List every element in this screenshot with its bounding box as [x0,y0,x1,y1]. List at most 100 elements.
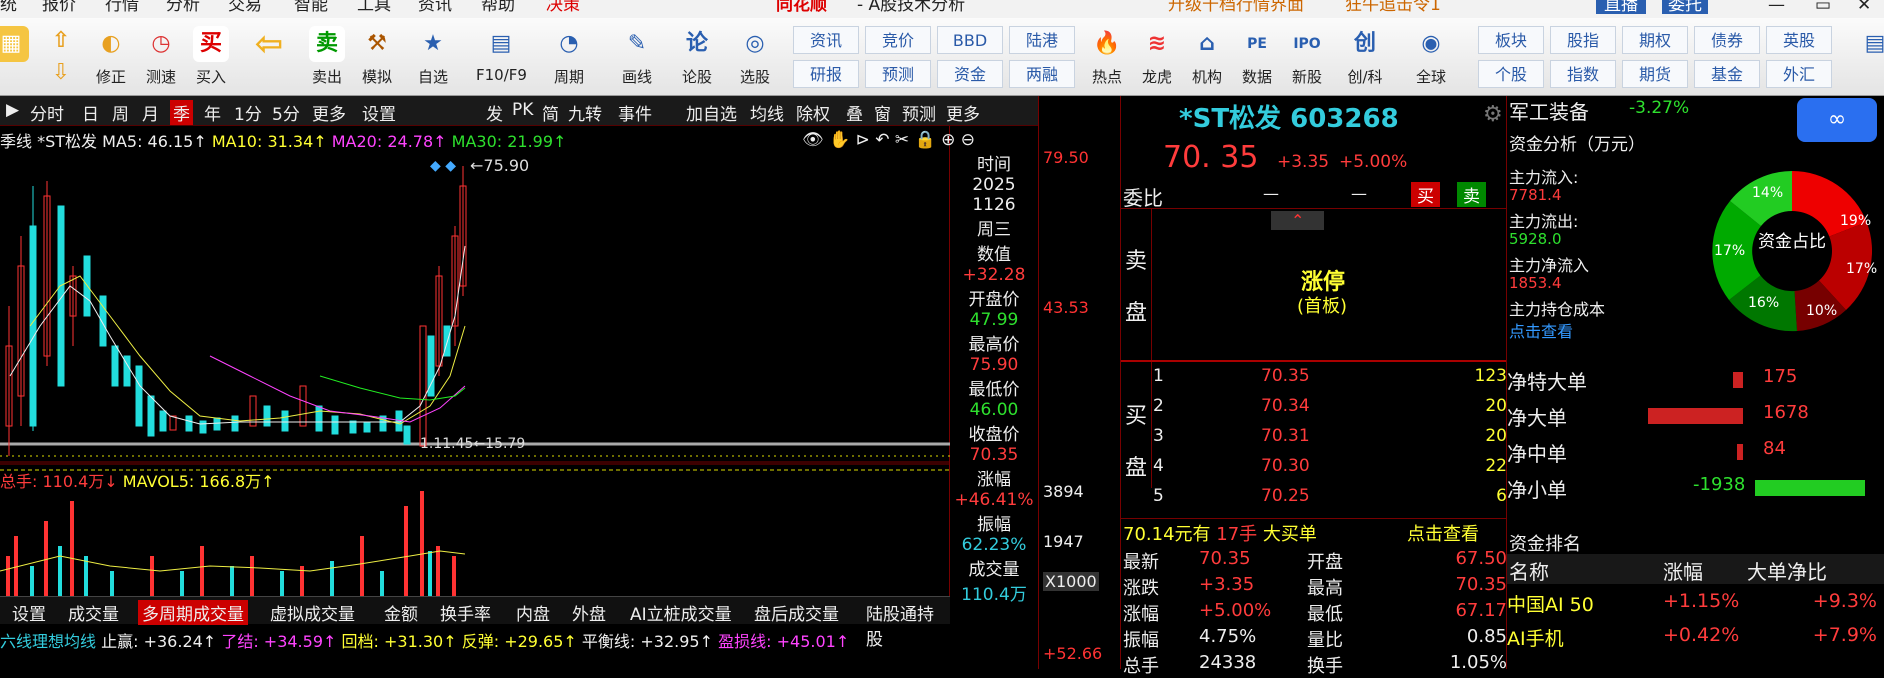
tab-virtual-volume[interactable]: 虚拟成交量 [270,600,355,625]
link-index[interactable]: 指数 [1550,60,1616,88]
rank-row[interactable]: 中国AI 50 +1.15% +9.3% [1507,590,1884,622]
ipo-button[interactable]: IPO 新股 [1282,24,1332,94]
tab-event[interactable]: 事件 [618,100,652,125]
buy-button[interactable]: 买买入 [186,24,236,94]
tab-add-watch[interactable]: 加自选 [686,100,737,125]
f10-button[interactable]: ▤ F10/F9 [476,24,527,94]
close-icon[interactable]: ✕ [1857,0,1871,14]
link-auction[interactable]: 竞价 [865,26,931,54]
bid-row[interactable]: 3 70.31 20 [1151,426,1507,454]
link-margin[interactable]: 两融 [1009,60,1075,88]
tab-volume[interactable]: 成交量 [68,600,119,625]
tab-inner[interactable]: 内盘 [516,600,550,625]
rank-row[interactable]: AI手机 +0.42% +7.9% [1507,624,1884,656]
link-stock[interactable]: 个股 [1478,60,1544,88]
tab-day[interactable]: 日 [82,100,99,125]
tab-ind-settings[interactable]: 设置 [12,600,46,625]
tab-ai-volume[interactable]: AI立桩成交量 [630,600,732,625]
quick-sell-button[interactable]: 卖 [1457,182,1486,207]
tab-amount[interactable]: 金额 [384,600,418,625]
upgrade-link[interactable]: 升级千档行情界面 [1168,0,1304,14]
cost-link[interactable]: 点击查看 [1509,318,1573,342]
quick-buy-button[interactable]: 买 [1411,182,1440,207]
discuss-button[interactable]: 论论股 [672,24,722,94]
link-bbd[interactable]: BBD [937,26,1003,54]
tab-year[interactable]: 年 [204,100,221,125]
bid-row[interactable]: 5 70.25 6 [1151,486,1507,514]
tab-quarter[interactable]: 季 [170,100,193,125]
sector-name[interactable]: 军工装备 [1509,96,1589,125]
tab-ma[interactable]: 均线 [750,100,784,125]
tab-window[interactable]: 窗 [874,100,891,125]
more-icon[interactable]: ▤ [1850,24,1884,94]
bid-row[interactable]: 1 70.35 123 [1151,366,1507,394]
tab-outer[interactable]: 外盘 [572,600,606,625]
arrow-buttons[interactable]: ⇧ ⇩ [36,24,86,94]
hot-button[interactable]: 🔥 热点 [1082,24,1132,94]
kline-chart[interactable]: 季线 *ST松发 MA5: 46.15↑ MA10: 31.34↑ MA20: … [0,126,975,596]
tab-issue[interactable]: 发 [486,100,503,125]
stock-picker-button[interactable]: ◎ 选股 [730,24,780,94]
tab-5min[interactable]: 5分 [272,100,300,125]
link-uk[interactable]: 英股 [1766,26,1832,54]
data-button[interactable]: PE 数据 [1232,24,1282,94]
tab-simple[interactable]: 简 [542,100,559,125]
tab-multi-volume[interactable]: 多周期成交量 [138,600,248,625]
star-market-button[interactable]: 创创/科 [1340,24,1390,94]
back-arrow-icon[interactable]: ⇦ [244,24,294,94]
link-fund[interactable]: 基金 [1694,60,1760,88]
global-button[interactable]: ◉ 全球 [1406,24,1456,94]
link-index-fut[interactable]: 股指 [1550,26,1616,54]
menu-item[interactable]: 决策 [546,0,580,14]
link-option[interactable]: 期权 [1622,26,1688,54]
minimize-icon[interactable]: — [1768,0,1785,14]
tab-more[interactable]: 更多 [312,100,346,125]
menu-item[interactable]: 行情 [105,0,139,14]
menu-item[interactable]: 资讯 [418,0,452,14]
big-order-link[interactable]: 点击查看 [1407,520,1479,546]
menu-item[interactable]: 帮助 [481,0,515,14]
dragon-tiger-button[interactable]: ≋ 龙虎 [1132,24,1182,94]
link-research[interactable]: 研报 [793,60,859,88]
tab-exright[interactable]: 除权 [796,100,830,125]
chart-tool-icons[interactable]: 👁 ✋ ⊳ ↶ ✂ 🔒 ⊕ ⊖ [802,130,975,150]
maximize-icon[interactable]: ▭ [1815,0,1831,14]
tab-month[interactable]: 月 [142,100,159,125]
entrust-button[interactable]: 委托 [1662,0,1708,14]
settings-gear-icon[interactable]: ⚙ [1483,102,1503,127]
floating-assistant-icon[interactable]: ∞ [1797,98,1877,142]
tab-forecast[interactable]: 预测 [902,100,936,125]
draw-button[interactable]: ✎ 画线 [612,24,662,94]
tab-1min[interactable]: 1分 [234,100,262,125]
simulate-button[interactable]: ⚒ 模拟 [352,24,402,94]
link-funds[interactable]: 资金 [937,60,1003,88]
live-button[interactable]: 直播 [1596,0,1646,14]
link-news[interactable]: 资讯 [793,26,859,54]
menu-item[interactable]: 工具 [357,0,391,14]
watchlist-button[interactable]: ★ 自选 [408,24,458,94]
speed-button[interactable]: ◷ 测速 [136,24,186,94]
institution-button[interactable]: ⌂ 机构 [1182,24,1232,94]
tab-pk[interactable]: PK [512,100,533,120]
period-button[interactable]: ◔ 周期 [544,24,594,94]
tab-northbound[interactable]: 陆股通持股 [866,600,950,650]
link-sector[interactable]: 板块 [1478,26,1544,54]
link-forex[interactable]: 外汇 [1766,60,1832,88]
tab-nine[interactable]: 九转 [568,100,602,125]
menu-item[interactable]: 分析 [166,0,200,14]
link-hk[interactable]: 陆港 [1009,26,1075,54]
menu-item[interactable]: 智能 [294,0,328,14]
tab-week[interactable]: 周 [112,100,129,125]
play-icon[interactable]: ▶ [6,100,19,120]
link-bond[interactable]: 债券 [1694,26,1760,54]
link-futures[interactable]: 期货 [1622,60,1688,88]
tab-afterhours[interactable]: 盘后成交量 [754,600,839,625]
tab-more2[interactable]: 更多 [946,100,980,125]
bid-row[interactable]: 4 70.30 22 [1151,456,1507,484]
menu-item[interactable]: 交易 [228,0,262,14]
promo-link[interactable]: 狂牛追击令1 [1345,0,1441,14]
menu-item[interactable]: 报价 [42,0,76,14]
tab-overlay[interactable]: 叠 [846,100,863,125]
bid-row[interactable]: 2 70.34 20 [1151,396,1507,424]
correct-button[interactable]: ◐ 修正 [86,24,136,94]
